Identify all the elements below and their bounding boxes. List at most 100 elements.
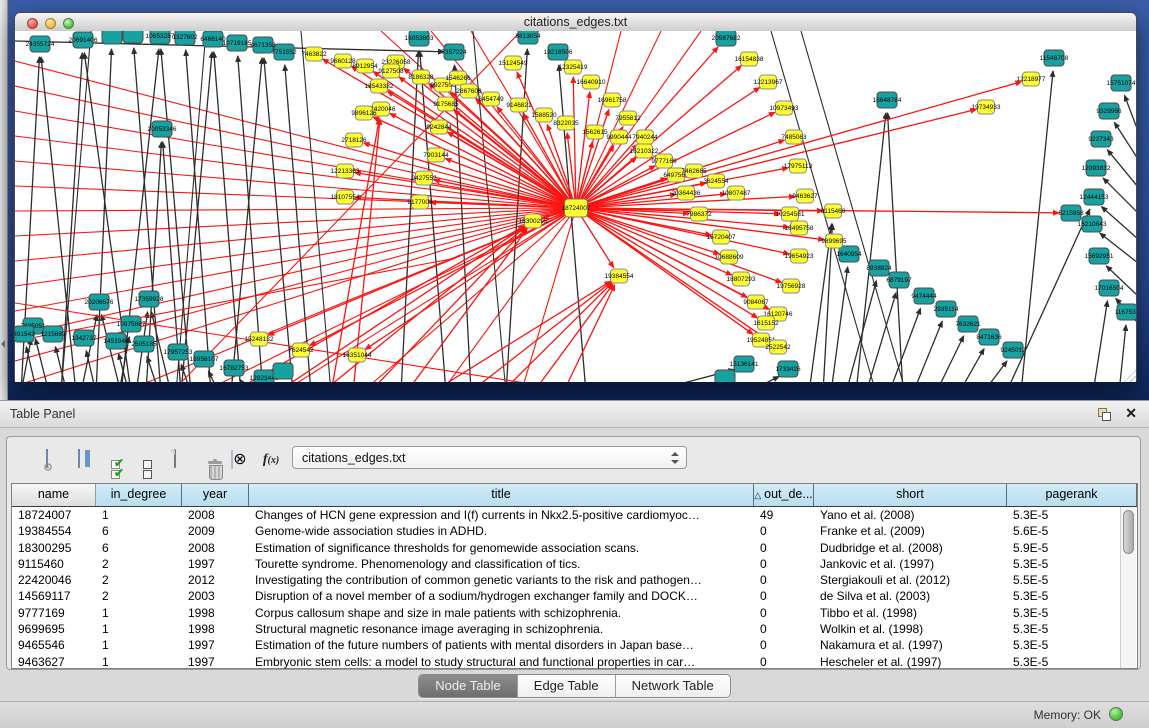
table-row[interactable]: 2242004622012Investigating the contribut…: [12, 572, 1137, 588]
svg-text:15720407: 15720407: [707, 234, 736, 241]
cell-pagerank: 5.3E-5: [1007, 556, 1137, 572]
svg-text:16640910: 16640910: [577, 79, 606, 86]
svg-text:1546266: 1546266: [445, 75, 471, 82]
svg-text:2867608: 2867608: [456, 88, 482, 95]
cell-out_de: 49: [754, 507, 814, 523]
svg-text:7751552: 7751552: [271, 49, 297, 56]
cell-short: Jankovic et al. (1997): [814, 556, 1007, 572]
svg-text:12444153: 12444153: [1080, 194, 1109, 201]
window-titlebar[interactable]: citations_edges.txt: [15, 13, 1136, 32]
svg-text:6879197: 6879197: [886, 277, 912, 284]
svg-text:1733426: 1733426: [775, 366, 801, 373]
svg-text:2935114: 2935114: [934, 306, 959, 313]
svg-text:20587682: 20587682: [712, 35, 741, 42]
table-row[interactable]: 1872400712008Changes of HCN gene express…: [12, 507, 1137, 523]
column-header-pagerank[interactable]: pagerank: [1007, 484, 1137, 506]
svg-text:10254581: 10254581: [776, 211, 805, 218]
new-document-icon: [174, 450, 176, 468]
function-builder-button[interactable]: f(x): [257, 445, 285, 473]
table-settings-button[interactable]: ⚙: [33, 445, 61, 473]
svg-text:8813054: 8813054: [515, 33, 541, 40]
cell-title: Estimation of significance thresholds fo…: [249, 540, 754, 556]
splitter-collapse-arrow[interactable]: [1, 340, 5, 348]
column-header-title[interactable]: title: [249, 484, 754, 506]
cell-pagerank: 5.3E-5: [1007, 654, 1137, 670]
tab-node-table[interactable]: Node Table: [419, 675, 518, 697]
cell-pagerank: 5.9E-5: [1007, 540, 1137, 556]
table-row[interactable]: 911546021997Tourette syndrome. Phenomeno…: [12, 556, 1137, 572]
delete-table-button[interactable]: [193, 445, 221, 473]
cell-short: Franke et al. (2009): [814, 523, 1007, 539]
svg-text:19384554: 19384554: [605, 273, 634, 280]
cell-short: Nakamura et al. (1997): [814, 637, 1007, 653]
merge-rows-button[interactable]: [129, 445, 157, 473]
app-root: { "window": { "title": "citations_edges.…: [0, 0, 1149, 727]
validate-checks-button[interactable]: ✔✔: [97, 445, 125, 473]
table-vertical-scrollbar[interactable]: [1120, 507, 1136, 668]
column-header-name[interactable]: name: [12, 484, 96, 506]
table-row[interactable]: 969969511998Structural magnetic resonanc…: [12, 621, 1137, 637]
column-header-year[interactable]: year: [182, 484, 249, 506]
table-row[interactable]: 977716911998Corpus callosum shape and si…: [12, 605, 1137, 621]
function-builder-icon: f(x): [263, 450, 279, 468]
svg-text:18107554: 18107554: [331, 194, 360, 201]
svg-text:1451946: 1451946: [103, 338, 129, 345]
svg-text:18300295: 18300295: [519, 218, 548, 225]
svg-text:9474444: 9474444: [911, 293, 937, 300]
column-header-short[interactable]: short: [814, 484, 1007, 506]
svg-text:9115460: 9115460: [821, 208, 846, 215]
svg-text:7357224: 7357224: [441, 49, 467, 56]
svg-text:1167533: 1167533: [1115, 309, 1136, 316]
svg-text:16210322: 16210322: [630, 148, 659, 155]
table-panel-header: Table Panel ✕: [0, 400, 1149, 428]
svg-text:7632621: 7632621: [955, 321, 981, 328]
svg-text:9896126: 9896126: [351, 110, 377, 117]
svg-text:1215689: 1215689: [40, 331, 66, 338]
table-selector-dropdown[interactable]: citations_edges.txt: [292, 446, 687, 469]
cell-out_de: 0: [754, 540, 814, 556]
cell-pagerank: 5.3E-5: [1007, 637, 1137, 653]
cell-name: 19384554: [12, 523, 96, 539]
cell-out_de: 0: [754, 637, 814, 653]
table-row[interactable]: 1938455462009Genome-wide association stu…: [12, 523, 1137, 539]
tab-network-table[interactable]: Network Table: [616, 675, 730, 697]
column-header-out_de[interactable]: △out_de...: [754, 484, 814, 506]
svg-text:9227343: 9227343: [1088, 136, 1114, 143]
svg-text:8454749: 8454749: [478, 96, 504, 103]
scrollbar-thumb[interactable]: [1123, 510, 1134, 554]
network-window: citations_edges.txt 20587682160538037357…: [14, 12, 1137, 382]
float-panel-icon[interactable]: [1098, 408, 1111, 421]
svg-text:17016504: 17016504: [1095, 285, 1124, 292]
svg-text:8912954: 8912954: [352, 63, 378, 70]
cell-short: Wolkin et al. (1998): [814, 621, 1007, 637]
table-row[interactable]: 1456911722003Disruption of a novel membe…: [12, 588, 1137, 604]
tab-edge-table[interactable]: Edge Table: [518, 675, 616, 697]
memory-status-label: Memory: OK: [1034, 708, 1101, 722]
svg-text:1342737: 1342737: [71, 335, 97, 342]
svg-text:9427552: 9427552: [411, 175, 437, 182]
svg-text:9242844: 9242844: [426, 124, 452, 131]
svg-text:15124549: 15124549: [499, 60, 528, 67]
cell-in_degree: 6: [96, 540, 182, 556]
svg-text:9177008: 9177008: [407, 199, 433, 206]
svg-text:2522542: 2522542: [765, 344, 791, 351]
svg-text:20691406: 20691406: [69, 37, 98, 44]
column-select-button[interactable]: [65, 445, 93, 473]
new-document-button[interactable]: [161, 445, 189, 473]
svg-text:4671358: 4671358: [250, 42, 276, 49]
table-panel-body: citations_edges.txt ⚙ ✔✔ ⊗ f(x) namein_degr…: [0, 428, 1149, 727]
cell-in_degree: 2: [96, 588, 182, 604]
column-header-in_degree[interactable]: in_degree: [96, 484, 182, 506]
close-panel-icon[interactable]: ✕: [1125, 405, 1137, 422]
table-row[interactable]: 1830029562008Estimation of significance …: [12, 540, 1137, 556]
table-row[interactable]: 946362711997Embryonic stem cells: a mode…: [12, 654, 1137, 670]
network-canvas[interactable]: 2058768216053803735722488130541921850677…: [15, 31, 1136, 382]
cell-in_degree: 1: [96, 654, 182, 670]
cell-pagerank: 5.6E-5: [1007, 523, 1137, 539]
table-row[interactable]: 946554611997Estimation of the future num…: [12, 637, 1137, 653]
table-selector-value: citations_edges.txt: [302, 451, 406, 465]
import-table-disabled-button[interactable]: ⊗: [225, 445, 253, 473]
svg-text:15248132: 15248132: [245, 336, 274, 343]
svg-text:16648784: 16648784: [873, 97, 902, 104]
svg-text:9899695: 9899695: [821, 238, 847, 245]
